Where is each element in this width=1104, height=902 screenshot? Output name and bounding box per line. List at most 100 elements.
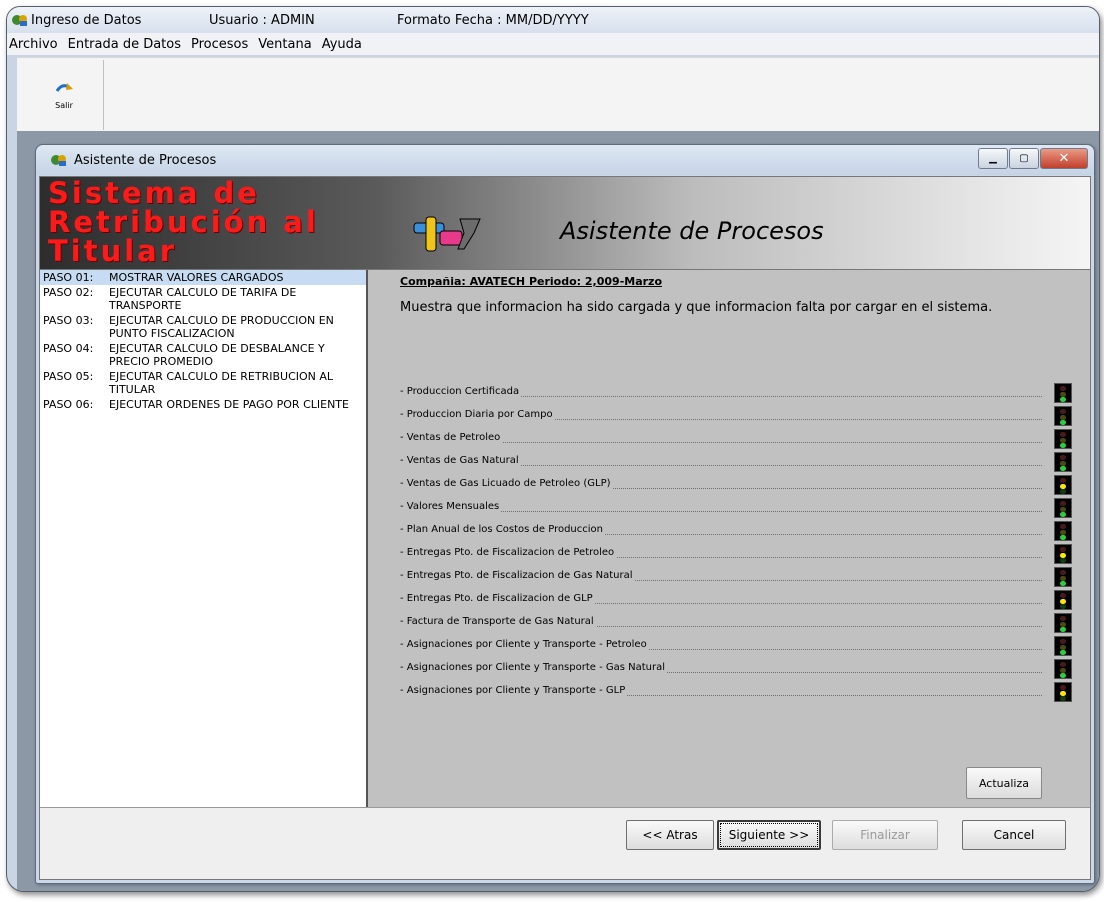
finish-button[interactable]: Finalizar: [832, 820, 938, 850]
menu-ventana[interactable]: Ventana: [253, 37, 316, 52]
wizard-title: Asistente de Procesos: [74, 152, 217, 168]
light-lamp: [1060, 558, 1066, 563]
mdi-area: Asistente de Procesos ▁ ▢ ✕ Sistema de R…: [17, 131, 1099, 891]
status-label: - Asignaciones por Cliente y Transporte …: [400, 639, 649, 650]
light-lamp: [1060, 667, 1066, 673]
light-lamp: [1060, 460, 1066, 466]
step-number: PASO 05:: [43, 370, 94, 383]
status-label: - Ventas de Petroleo: [400, 432, 503, 443]
status-row: - Entregas Pto. de Fiscalizacion de GLP: [400, 590, 1072, 610]
banner-title: Asistente de Procesos: [560, 217, 824, 245]
tools-icon: [413, 216, 481, 252]
wizard-footer: << Atras Siguiente >> Finalizar Cancel: [40, 807, 1090, 879]
status-light-icon: [1054, 613, 1072, 633]
status-light-icon: [1054, 452, 1072, 472]
step-05[interactable]: PASO 05: EJECUTAR CALCULO DE RETRIBUCION…: [40, 369, 366, 397]
status-light-icon: [1054, 429, 1072, 449]
step-number: PASO 04:: [43, 342, 94, 355]
light-lamp: [1060, 552, 1066, 558]
toolbar: Salir: [17, 57, 1099, 133]
banner: Sistema de Retribución al Titular Asiste…: [40, 177, 1090, 270]
status-label: - Entregas Pto. de Fiscalizacion de Petr…: [400, 547, 617, 558]
status-row: - Entregas Pto. de Fiscalizacion de Petr…: [400, 544, 1072, 564]
exit-button-label: Salir: [55, 100, 73, 110]
menu-procesos[interactable]: Procesos: [186, 37, 253, 52]
step-04[interactable]: PASO 04: EJECUTAR CALCULO DE DESBALANCE …: [40, 341, 366, 369]
light-lamp: [1060, 501, 1066, 506]
light-lamp: [1060, 506, 1066, 512]
app-titlebar: Ingreso de Datos Usuario : ADMIN Formato…: [7, 7, 1099, 33]
step-01[interactable]: PASO 01: MOSTRAR VALORES CARGADOS: [40, 270, 366, 285]
light-lamp: [1060, 466, 1066, 471]
status-light-icon: [1054, 544, 1072, 564]
light-lamp: [1060, 639, 1066, 644]
status-row: - Ventas de Gas Natural: [400, 452, 1072, 472]
status-row: - Factura de Transporte de Gas Natural: [400, 613, 1072, 633]
light-lamp: [1060, 690, 1066, 696]
light-lamp: [1060, 478, 1066, 483]
maximize-icon: ▢: [1019, 153, 1029, 164]
light-lamp: [1060, 575, 1066, 581]
step-number: PASO 03:: [43, 314, 94, 327]
exit-arrow-icon: [55, 82, 73, 92]
step-number: PASO 06:: [43, 398, 94, 411]
status-light-icon: [1054, 590, 1072, 610]
status-light-icon: [1054, 636, 1072, 656]
description-text: Muestra que informacion ha sido cargada …: [400, 300, 993, 315]
close-icon: ✕: [1058, 151, 1070, 166]
menu-archivo[interactable]: Archivo: [7, 37, 63, 52]
step-text: EJECUTAR CALCULO DE PRODUCCION EN PUNTO …: [109, 314, 334, 340]
step-text: MOSTRAR VALORES CARGADOS: [109, 271, 284, 284]
status-row: - Ventas de Gas Licuado de Petroleo (GLP…: [400, 475, 1072, 495]
menu-ayuda[interactable]: Ayuda: [317, 37, 367, 52]
light-lamp: [1060, 547, 1066, 552]
light-lamp: [1060, 489, 1066, 494]
status-light-icon: [1054, 475, 1072, 495]
app-logo-icon: [12, 15, 27, 26]
light-lamp: [1060, 414, 1066, 420]
light-lamp: [1060, 420, 1066, 425]
window-controls: ▁ ▢ ✕: [977, 148, 1088, 169]
status-label: - Ventas de Gas Natural: [400, 455, 521, 466]
status-light-icon: [1054, 383, 1072, 403]
wizard-window: Asistente de Procesos ▁ ▢ ✕ Sistema de R…: [35, 144, 1095, 884]
step-06[interactable]: PASO 06: EJECUTAR ORDENES DE PAGO POR CL…: [40, 397, 366, 412]
light-lamp: [1060, 437, 1066, 443]
status-label: - Factura de Transporte de Gas Natural: [400, 616, 596, 627]
exit-button[interactable]: Salir: [25, 60, 104, 130]
wizard-client: Sistema de Retribución al Titular Asiste…: [39, 176, 1091, 880]
light-lamp: [1060, 581, 1066, 586]
step-03[interactable]: PASO 03: EJECUTAR CALCULO DE PRODUCCION …: [40, 313, 366, 341]
status-row: - Plan Anual de los Costos de Produccion: [400, 521, 1072, 541]
status-light-icon: [1054, 682, 1072, 702]
minimize-button[interactable]: ▁: [978, 148, 1008, 169]
menu-bar: Archivo Entrada de Datos Procesos Ventan…: [7, 33, 1099, 55]
light-lamp: [1060, 662, 1066, 667]
step-text: EJECUTAR CALCULO DE RETRIBUCION AL TITUL…: [109, 370, 334, 396]
light-lamp: [1060, 593, 1066, 598]
status-light-icon: [1054, 498, 1072, 518]
status-row: - Asignaciones por Cliente y Transporte …: [400, 682, 1072, 702]
status-light-icon: [1054, 567, 1072, 587]
step-text: EJECUTAR CALCULO DE TARIFA DE TRANSPORTE: [109, 286, 297, 312]
close-button[interactable]: ✕: [1040, 148, 1088, 169]
menu-entrada-de-datos[interactable]: Entrada de Datos: [63, 37, 186, 52]
light-lamp: [1060, 529, 1066, 535]
step-02[interactable]: PASO 02: EJECUTAR CALCULO DE TARIFA DE T…: [40, 285, 366, 313]
app-window: Ingreso de Datos Usuario : ADMIN Formato…: [6, 6, 1100, 892]
wizard-app-icon: [51, 155, 66, 166]
next-button[interactable]: Siguiente >>: [717, 820, 821, 850]
step-number: PASO 01:: [43, 271, 94, 284]
light-lamp: [1060, 604, 1066, 609]
back-button[interactable]: << Atras: [626, 820, 714, 850]
cancel-button[interactable]: Cancel: [962, 820, 1066, 850]
status-row: - Ventas de Petroleo: [400, 429, 1072, 449]
maximize-button[interactable]: ▢: [1009, 148, 1039, 169]
light-lamp: [1060, 455, 1066, 460]
refresh-button[interactable]: Actualiza: [966, 767, 1042, 799]
status-row: - Valores Mensuales: [400, 498, 1072, 518]
status-light-icon: [1054, 521, 1072, 541]
step-text: EJECUTAR CALCULO DE DESBALANCE Y PRECIO …: [109, 342, 325, 368]
light-lamp: [1060, 673, 1066, 678]
status-light-icon: [1054, 659, 1072, 679]
